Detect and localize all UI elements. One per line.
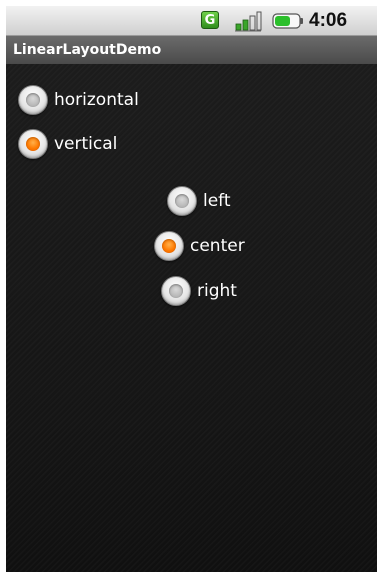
radio-option-center[interactable]: center <box>154 228 245 264</box>
radio-option-horizontal[interactable]: horizontal <box>18 82 139 118</box>
app-title: LinearLayoutDemo <box>13 42 162 58</box>
radio-label-left: left <box>203 191 231 211</box>
radio-dot-icon <box>162 239 176 253</box>
radio-button-horizontal[interactable] <box>18 85 48 115</box>
battery-icon <box>272 13 303 29</box>
network-g-icon: G <box>201 11 219 29</box>
device-screen: G 4:06 PM LinearLayoutDemo horizontal <box>6 6 377 572</box>
radio-label-right: right <box>197 281 237 301</box>
status-bar: G 4:06 PM <box>6 6 377 55</box>
radio-button-center[interactable] <box>154 231 184 261</box>
radio-label-horizontal: horizontal <box>54 90 139 110</box>
radio-button-vertical[interactable] <box>18 129 48 159</box>
radio-dot-icon <box>26 137 40 151</box>
radio-dot-icon <box>175 194 189 208</box>
radio-option-right[interactable]: right <box>161 273 237 309</box>
radio-button-right[interactable] <box>161 276 191 306</box>
radio-button-left[interactable] <box>167 186 197 216</box>
radio-option-left[interactable]: left <box>167 183 231 219</box>
radio-dot-icon <box>26 93 40 107</box>
radio-option-vertical[interactable]: vertical <box>18 126 117 162</box>
radio-label-vertical: vertical <box>54 134 118 154</box>
content-area: horizontal vertical left center right <box>6 64 377 572</box>
radio-label-center: center <box>190 236 245 256</box>
signal-icon <box>235 11 262 32</box>
app-title-bar: LinearLayoutDemo <box>6 36 377 64</box>
radio-dot-icon <box>169 284 183 298</box>
